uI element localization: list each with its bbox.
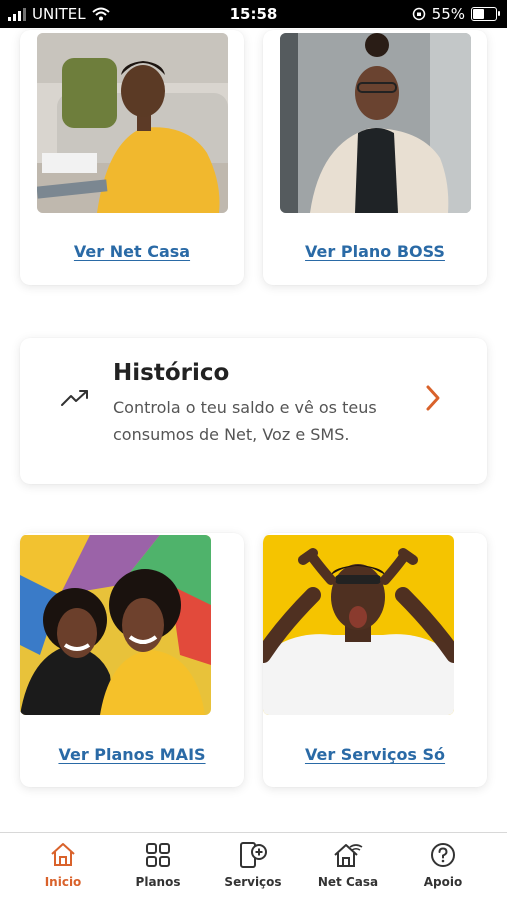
ver-plano-boss-link[interactable]: Ver Plano BOSS <box>263 242 487 261</box>
bottom-nav: Inicio Planos Serviços Net Casa Apoio <box>0 832 507 901</box>
ver-servicos-so-link[interactable]: Ver Serviços Só <box>263 745 487 764</box>
chevron-right-icon[interactable] <box>425 384 441 412</box>
home-icon <box>51 843 75 866</box>
nav-item-servicos[interactable]: Serviços <box>208 841 298 889</box>
plano-boss-photo <box>280 33 471 213</box>
phone-plus-icon <box>240 842 267 868</box>
status-bar: UNITEL 15:58 55% <box>0 0 507 28</box>
nav-label-servicos: Serviços <box>224 875 282 889</box>
grid-icon <box>146 843 170 867</box>
battery-percent: 55% <box>431 5 465 23</box>
historico-description: Controla o teu saldo e vê os teus consum… <box>113 398 377 444</box>
nav-item-apoio[interactable]: Apoio <box>398 841 488 889</box>
nav-item-net-casa[interactable]: Net Casa <box>303 841 393 889</box>
servicos-so-photo <box>263 535 454 715</box>
plano-boss-card[interactable]: Ver Plano BOSS <box>263 30 487 285</box>
nav-label-inicio: Inicio <box>44 875 82 889</box>
nav-item-inicio[interactable]: Inicio <box>18 841 108 889</box>
net-casa-photo <box>37 33 228 213</box>
nav-label-apoio: Apoio <box>423 875 463 889</box>
ver-net-casa-link[interactable]: Ver Net Casa <box>20 242 244 261</box>
planos-mais-photo <box>20 535 211 715</box>
orientation-lock-icon <box>412 7 425 21</box>
trending-up-icon <box>61 390 88 406</box>
planos-mais-card[interactable]: Ver Planos MAIS <box>20 533 244 787</box>
nav-item-planos[interactable]: Planos <box>113 841 203 889</box>
nav-label-planos: Planos <box>135 875 181 889</box>
historico-card[interactable]: Histórico Controla o teu saldo e vê os t… <box>20 338 487 484</box>
historico-title: Histórico <box>113 360 230 386</box>
net-casa-card[interactable]: Ver Net Casa <box>20 30 244 285</box>
home-wifi-icon <box>334 844 363 867</box>
servicos-so-card[interactable]: Ver Serviços Só <box>263 533 487 787</box>
help-icon <box>431 843 455 867</box>
nav-label-net-casa: Net Casa <box>317 875 379 889</box>
battery-icon <box>471 7 500 21</box>
ver-planos-mais-link[interactable]: Ver Planos MAIS <box>20 745 244 764</box>
